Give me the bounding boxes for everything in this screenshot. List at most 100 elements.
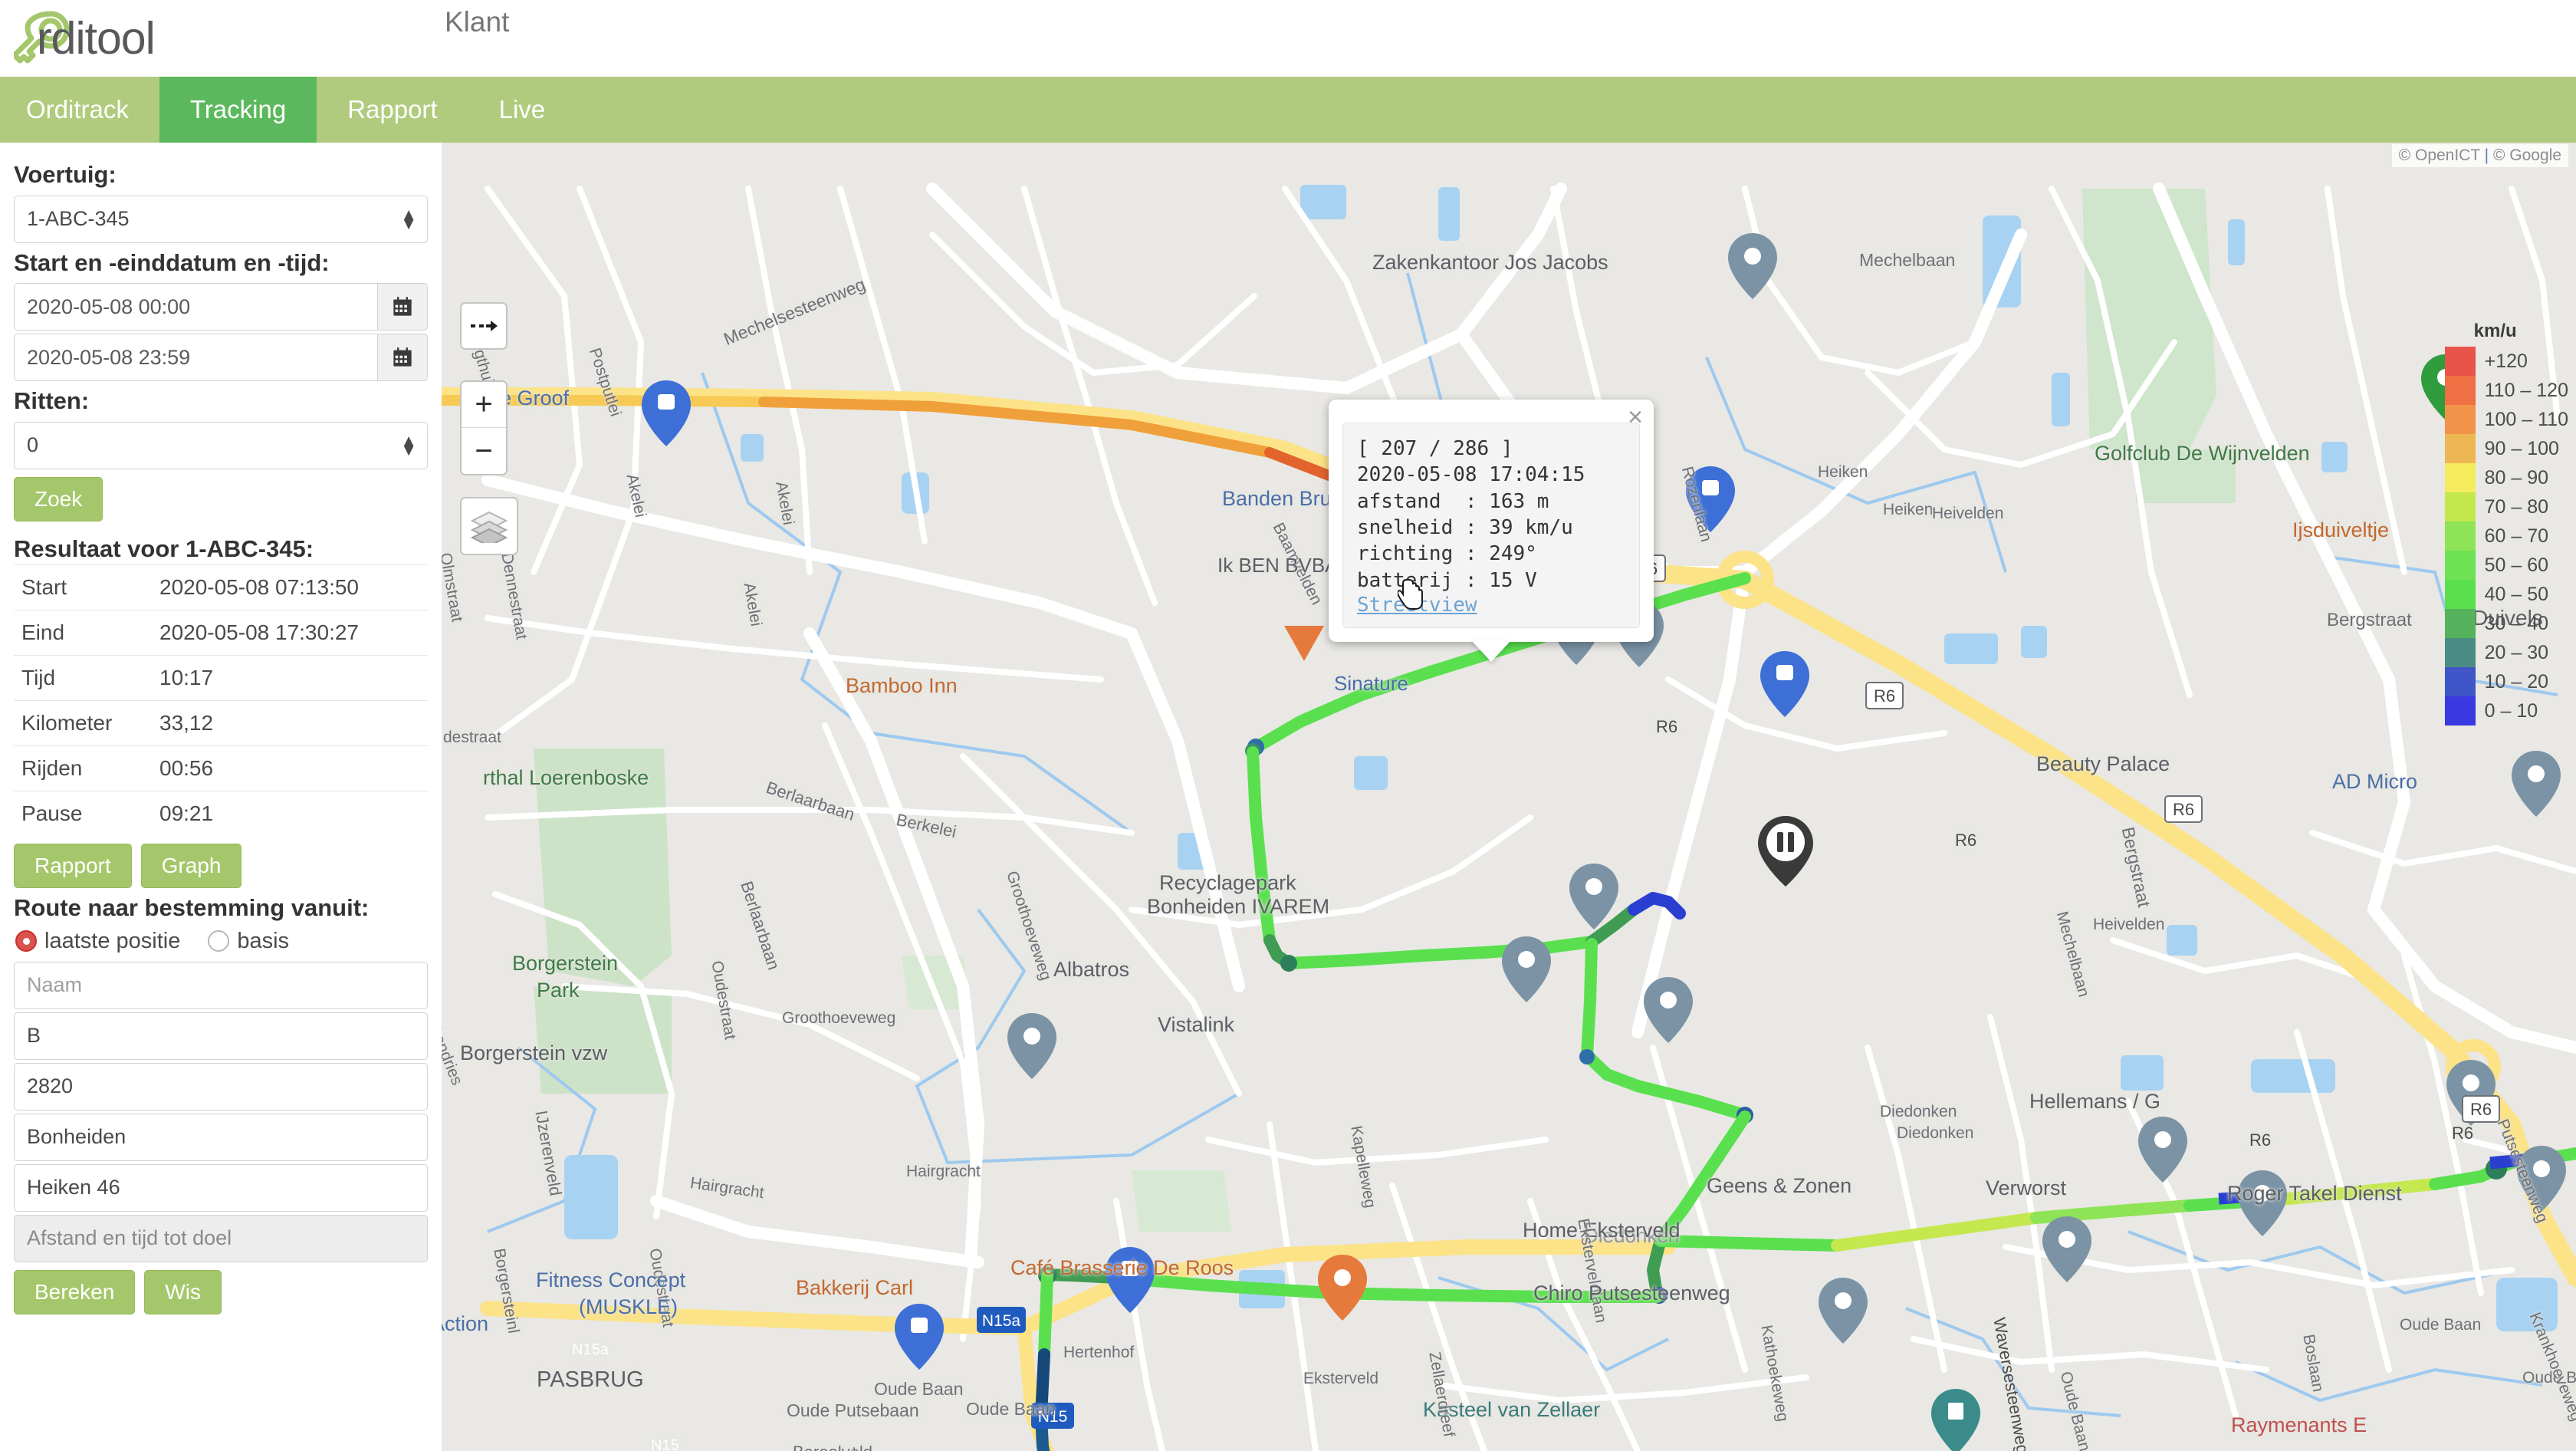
nav-item-tracking[interactable]: Tracking <box>159 77 317 143</box>
zoom-out-button[interactable]: − <box>462 428 506 474</box>
legend-swatch <box>2444 696 2476 726</box>
table-row: Tijd 10:17 <box>14 654 428 701</box>
row-value: 2020-05-08 17:30:27 <box>152 609 428 656</box>
map-attribution: © OpenICT | © Google <box>2391 144 2568 167</box>
table-row: Start 2020-05-08 07:13:50 <box>14 564 428 610</box>
radio-last-position[interactable] <box>15 930 37 953</box>
zoom-controls: + − <box>460 380 508 475</box>
bereken-button[interactable]: Bereken <box>14 1269 136 1314</box>
attribution-openict: © OpenICT <box>2398 146 2480 164</box>
search-row: Zoek <box>14 476 428 522</box>
radio-basis-label: basis <box>237 928 290 953</box>
infowindow-richting: richting : 249° <box>1357 542 1537 566</box>
result-title: Resultaat voor 1-ABC-345: <box>14 535 314 562</box>
row-key: Kilometer <box>14 699 152 746</box>
city-input[interactable]: Bonheiden <box>14 1113 428 1161</box>
row-value: 10:17 <box>152 654 428 701</box>
cursor-pointer-icon <box>1398 579 1423 610</box>
legend-color-bar <box>2444 347 2476 726</box>
legend-swatch <box>2444 463 2476 492</box>
legend-swatch <box>2444 609 2476 638</box>
pause-marker-icon[interactable] <box>1756 814 1815 888</box>
legend-label: 30 – 40 <box>2484 613 2549 634</box>
end-datetime-input[interactable]: 2020-05-08 23:59 <box>14 334 377 382</box>
end-calendar-button[interactable] <box>377 334 428 382</box>
legend-title: km/u <box>2473 321 2517 341</box>
nav-item-rapport[interactable]: Rapport <box>317 77 468 143</box>
row-key: Eind <box>14 609 152 656</box>
vehicle-select[interactable]: 1-ABC-345 ▲ ▼ <box>14 195 428 243</box>
map-infowindow[interactable]: × [ 207 / 286 ] 2020-05-08 17:04:15 afst… <box>1329 400 1654 662</box>
radio-last-position-label: laatste positie <box>44 928 181 953</box>
page-title: Klant <box>445 6 510 38</box>
speed-legend: km/u +120 110 – 120 100 – 110 90 – 100 80 – … <box>2444 321 2568 726</box>
rapport-button[interactable]: Rapport <box>14 843 132 888</box>
country-input[interactable]: B <box>14 1012 428 1060</box>
legend-swatch <box>2444 347 2476 376</box>
street-input[interactable]: Heiken 46 <box>14 1163 428 1212</box>
layers-button[interactable] <box>460 497 518 555</box>
distance-time-output: Afstand en tijd tot doel <box>14 1214 428 1262</box>
legend-swatch <box>2444 376 2476 405</box>
nav-item-orditrack[interactable]: Orditrack <box>0 77 159 143</box>
daterange-label: Start en -einddatum en -tijd: <box>14 248 330 276</box>
legend-swatch <box>2444 638 2476 667</box>
graph-button[interactable]: Graph <box>140 843 242 888</box>
radio-basis[interactable] <box>208 930 230 953</box>
legend-label: 0 – 10 <box>2484 700 2538 722</box>
infowindow-content: [ 207 / 286 ] 2020-05-08 17:04:15 afstan… <box>1342 423 1640 628</box>
layers-icon <box>471 511 508 543</box>
svg-text:R6: R6 <box>2173 800 2194 819</box>
route-actions: Bereken Wis <box>14 1269 428 1314</box>
infowindow-index: [ 207 / 286 ] <box>1357 437 1513 460</box>
legend-label: 50 – 60 <box>2484 554 2549 576</box>
row-value: 00:56 <box>152 745 428 791</box>
infowindow-afstand: afstand : 163 m <box>1357 489 1549 513</box>
route-origin-radios: laatste positie basis <box>15 929 428 954</box>
postcode-input[interactable]: 2820 <box>14 1062 428 1110</box>
sidebar: Voertuig: 1-ABC-345 ▲ ▼ Start en -einddat… <box>0 143 442 1451</box>
attribution-google: © Google <box>2492 146 2561 164</box>
legend-label: 40 – 50 <box>2484 584 2549 605</box>
vehicle-label: Voertuig: <box>14 161 117 188</box>
main-nav: Orditrack Tracking Rapport Live <box>0 77 2576 143</box>
nav-item-live[interactable]: Live <box>468 77 577 143</box>
map-canvas[interactable]: R6 R6 R6 R6 R6 <box>442 143 2576 1451</box>
legend-label: +120 <box>2484 350 2528 372</box>
row-value: 2020-05-08 07:13:50 <box>152 564 428 610</box>
trips-label: Ritten: <box>14 387 90 415</box>
svg-text:N15: N15 <box>1038 1408 1068 1426</box>
row-value: 09:21 <box>152 790 428 836</box>
legend-label: 20 – 30 <box>2484 642 2549 663</box>
legend-swatch <box>2444 434 2476 463</box>
legend-label: 90 – 100 <box>2484 438 2559 459</box>
trips-select[interactable]: 0 ▲ ▼ <box>14 421 428 469</box>
svg-text:R6: R6 <box>1874 686 1895 706</box>
naam-input[interactable]: Naam <box>14 961 428 1009</box>
map-render: R6 R6 R6 R6 R6 <box>442 143 2576 1451</box>
brand-bar: rditool Klant <box>0 0 2576 77</box>
logo[interactable]: rditool <box>0 11 156 66</box>
infowindow-tail <box>1471 640 1511 662</box>
search-button[interactable]: Zoek <box>14 476 104 522</box>
legend-swatch <box>2444 492 2476 522</box>
route-label: Route naar bestemming vanuit: <box>14 893 370 921</box>
row-key: Rijden <box>14 745 152 791</box>
start-datetime-input[interactable]: 2020-05-08 00:00 <box>14 283 377 331</box>
close-icon[interactable]: × <box>1628 404 1643 430</box>
pan-arrow-button[interactable] <box>460 302 508 350</box>
legend-label: 10 – 20 <box>2484 671 2549 693</box>
start-datetime-row: 2020-05-08 00:00 <box>14 283 428 331</box>
wis-button[interactable]: Wis <box>144 1269 222 1314</box>
row-key: Pause <box>14 790 152 836</box>
svg-text:N15a: N15a <box>982 1312 1021 1330</box>
zoom-in-button[interactable]: + <box>462 382 506 429</box>
infowindow-snelheid: snelheid : 39 km/u <box>1357 515 1573 539</box>
calendar-icon <box>393 347 412 367</box>
svg-text:R6: R6 <box>2470 1100 2492 1119</box>
start-calendar-button[interactable] <box>377 283 428 331</box>
legend-swatch <box>2444 580 2476 609</box>
table-row: Pause 09:21 <box>14 790 428 836</box>
legend-label-list: +120 110 – 120 100 – 110 90 – 100 80 – 90 70 … <box>2485 347 2568 726</box>
end-datetime-row: 2020-05-08 23:59 <box>14 334 428 382</box>
